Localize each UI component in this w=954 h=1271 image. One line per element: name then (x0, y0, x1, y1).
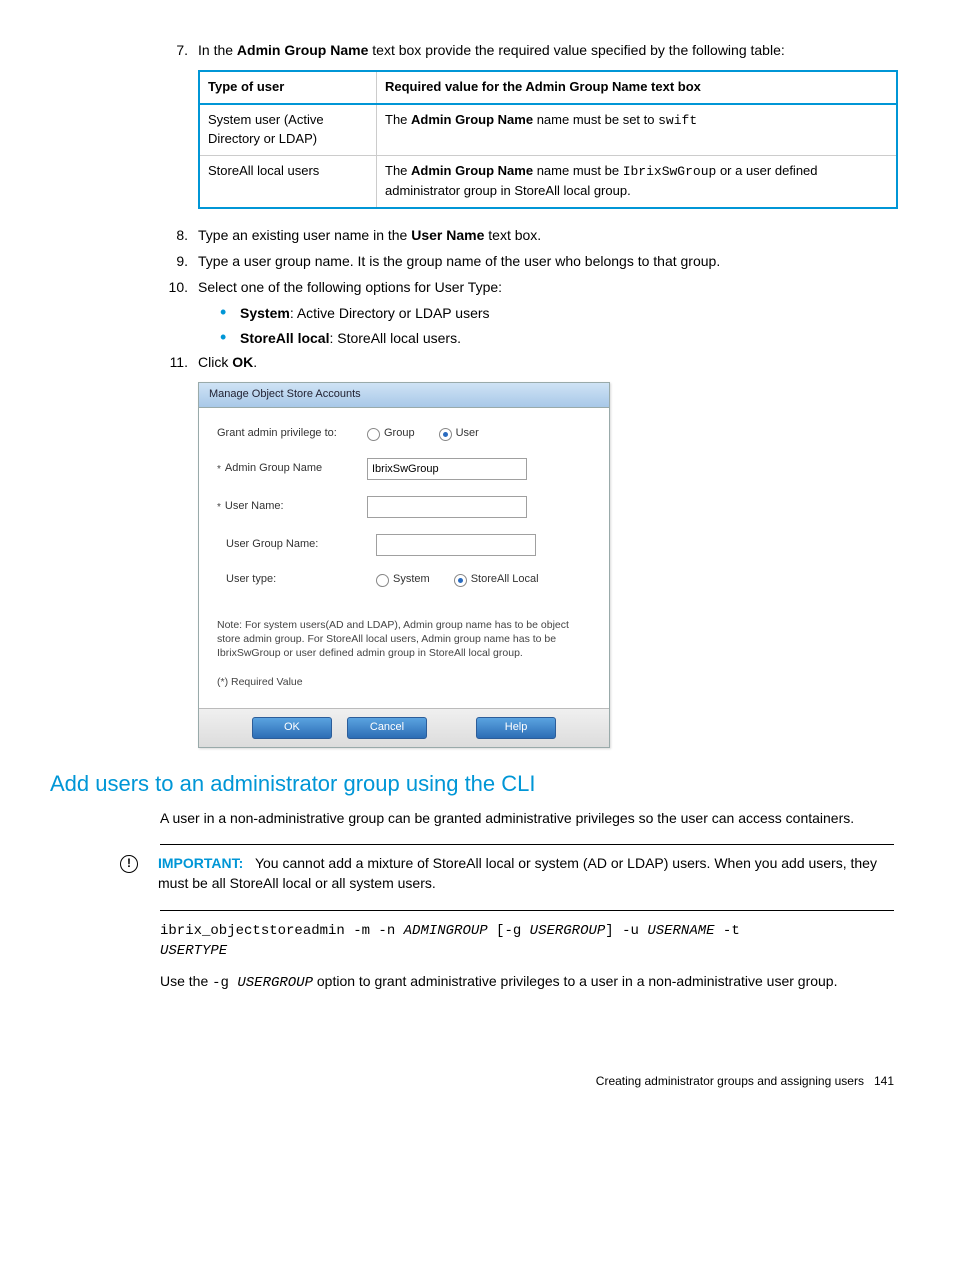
usergroup-label: User Group Name: (217, 537, 376, 553)
bullet-icon: • (220, 303, 240, 323)
important-icon: ! (120, 855, 138, 873)
step-text: In the Admin Group Name text box provide… (198, 40, 894, 60)
step-number: 7. (160, 40, 198, 60)
help-button[interactable]: Help (476, 717, 556, 739)
admin-group-table: Type of user Required value for the Admi… (198, 70, 898, 208)
admin-group-input[interactable] (367, 458, 527, 480)
divider (160, 910, 894, 911)
divider (160, 844, 894, 845)
ok-button[interactable]: OK (252, 717, 332, 739)
page-footer: Creating administrator groups and assign… (80, 1073, 894, 1090)
step-7: 7. In the Admin Group Name text box prov… (80, 40, 894, 60)
step-11: 11. Click OK. (80, 352, 894, 372)
dialog-title: Manage Object Store Accounts (199, 383, 609, 408)
radio-group[interactable]: Group (367, 426, 415, 442)
dialog-button-bar: OK Cancel Help (199, 708, 609, 747)
admin-group-label: Admin Group Name (217, 461, 367, 477)
table-row: System user (Active Directory or LDAP) T… (199, 104, 897, 155)
command-block: ibrix_objectstoreadmin -m -n ADMINGROUP … (80, 921, 894, 962)
radio-user[interactable]: User (439, 426, 479, 442)
table-row: StoreAll local users The Admin Group Nam… (199, 155, 897, 207)
dialog-note: Note: For system users(AD and LDAP), Adm… (217, 618, 591, 661)
cancel-button[interactable]: Cancel (347, 717, 427, 739)
username-input[interactable] (367, 496, 527, 518)
usertype-label: User type: (217, 572, 376, 588)
section-paragraph: A user in a non-administrative group can… (80, 808, 894, 828)
bullet-icon: • (220, 328, 240, 348)
important-note: ! IMPORTANT: You cannot add a mixture of… (80, 853, 894, 894)
radio-icon (376, 574, 389, 587)
bullet-system: • System: Active Directory or LDAP users (80, 303, 894, 323)
username-label: User Name: (217, 499, 367, 515)
col-required: Required value for the Admin Group Name … (377, 71, 898, 104)
step-8: 8. Type an existing user name in the Use… (80, 225, 894, 245)
manage-accounts-dialog: Manage Object Store Accounts Grant admin… (198, 382, 610, 747)
usergroup-input[interactable] (376, 534, 536, 556)
radio-storeall-local[interactable]: StoreAll Local (454, 572, 539, 588)
important-label: IMPORTANT: (158, 855, 243, 871)
section-heading: Add users to an administrator group usin… (50, 768, 894, 800)
grant-label: Grant admin privilege to: (217, 426, 367, 442)
usage-paragraph: Use the -g USERGROUP option to grant adm… (80, 971, 894, 993)
col-type: Type of user (199, 71, 377, 104)
radio-icon (367, 428, 380, 441)
radio-icon (454, 574, 467, 587)
bullet-storeall: • StoreAll local: StoreAll local users. (80, 328, 894, 348)
radio-icon (439, 428, 452, 441)
radio-system[interactable]: System (376, 572, 430, 588)
required-indicator: (*) Required Value (217, 675, 591, 690)
step-10: 10. Select one of the following options … (80, 277, 894, 297)
step-9: 9. Type a user group name. It is the gro… (80, 251, 894, 271)
